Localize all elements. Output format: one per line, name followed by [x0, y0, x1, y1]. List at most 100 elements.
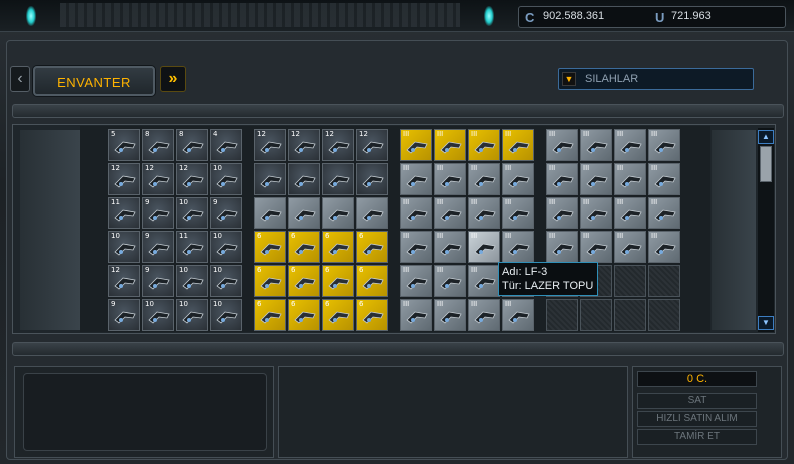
inventory-slot[interactable]: 9 — [142, 231, 174, 263]
inventory-slot[interactable]: 6 — [288, 265, 320, 297]
next-page-button[interactable]: » — [160, 66, 186, 92]
inventory-slot[interactable]: 10 — [210, 163, 242, 195]
inventory-slot[interactable]: 9 — [142, 197, 174, 229]
inventory-slot[interactable]: III — [614, 197, 646, 229]
empty-slot[interactable] — [648, 299, 680, 331]
inventory-slot[interactable]: 9 — [210, 197, 242, 229]
inventory-slot[interactable]: III — [580, 231, 612, 263]
inventory-slot[interactable]: III — [502, 163, 534, 195]
inventory-slot[interactable]: 10 — [176, 265, 208, 297]
inventory-slot[interactable]: III — [400, 163, 432, 195]
inventory-slot[interactable]: 6 — [288, 231, 320, 263]
empty-slot[interactable] — [614, 299, 646, 331]
inventory-slot[interactable]: III — [400, 197, 432, 229]
inventory-slot[interactable]: 6 — [356, 231, 388, 263]
inventory-slot[interactable]: 10 — [210, 299, 242, 331]
repair-button[interactable]: TAMİR ET — [637, 429, 757, 445]
inventory-slot[interactable]: III — [614, 163, 646, 195]
inventory-slot[interactable]: 6 — [356, 299, 388, 331]
inventory-slot[interactable]: 9 — [142, 265, 174, 297]
inventory-slot[interactable]: III — [502, 129, 534, 161]
inventory-slot[interactable]: 6 — [322, 231, 354, 263]
inventory-slot[interactable]: III — [434, 197, 466, 229]
tab-inventory[interactable]: ENVANTER — [33, 66, 155, 96]
inventory-slot[interactable]: 8 — [176, 129, 208, 161]
inventory-slot[interactable] — [356, 197, 388, 229]
inventory-slot[interactable]: III — [434, 265, 466, 297]
inventory-slot[interactable]: III — [502, 299, 534, 331]
inventory-slot[interactable]: III — [502, 197, 534, 229]
scroll-down-button[interactable]: ▼ — [758, 316, 774, 330]
inventory-slot[interactable]: III — [546, 197, 578, 229]
inventory-slot[interactable]: 12 — [108, 265, 140, 297]
inventory-slot[interactable]: III — [648, 129, 680, 161]
quick-buy-button[interactable]: HIZLI SATIN ALIM — [637, 411, 757, 427]
inventory-slot[interactable]: 12 — [142, 163, 174, 195]
inventory-slot[interactable]: 6 — [254, 265, 286, 297]
inventory-slot[interactable]: 10 — [176, 197, 208, 229]
inventory-slot[interactable]: 6 — [254, 231, 286, 263]
inventory-slot[interactable]: III — [468, 197, 500, 229]
inventory-slot[interactable]: 10 — [108, 231, 140, 263]
inventory-slot[interactable]: 6 — [288, 299, 320, 331]
inventory-slot[interactable]: 10 — [142, 299, 174, 331]
inventory-slot[interactable] — [288, 163, 320, 195]
inventory-slot[interactable]: III — [546, 129, 578, 161]
inventory-slot[interactable]: III — [468, 163, 500, 195]
inventory-slot[interactable] — [288, 197, 320, 229]
inventory-slot[interactable]: 8 — [142, 129, 174, 161]
inventory-slot[interactable]: III — [614, 129, 646, 161]
inventory-slot[interactable]: III — [648, 163, 680, 195]
inventory-slot[interactable]: 11 — [176, 231, 208, 263]
inventory-slot[interactable] — [254, 197, 286, 229]
inventory-slot[interactable]: 6 — [254, 299, 286, 331]
inventory-slot[interactable]: III — [580, 197, 612, 229]
inventory-slot[interactable]: III — [434, 299, 466, 331]
inventory-slot[interactable]: III — [546, 163, 578, 195]
inventory-slot[interactable]: III — [468, 299, 500, 331]
inventory-slot[interactable]: 11 — [108, 197, 140, 229]
inventory-slot[interactable]: III — [502, 231, 534, 263]
inventory-slot[interactable]: 4 — [210, 129, 242, 161]
inventory-slot[interactable]: 6 — [356, 265, 388, 297]
inventory-slot[interactable]: III — [468, 129, 500, 161]
scroll-thumb[interactable] — [760, 146, 772, 182]
inventory-slot[interactable] — [254, 163, 286, 195]
inventory-slot[interactable]: 12 — [176, 163, 208, 195]
inventory-slot[interactable]: 12 — [288, 129, 320, 161]
inventory-slot[interactable]: III — [400, 129, 432, 161]
prev-page-button[interactable]: ‹ — [10, 66, 30, 92]
inventory-slot[interactable]: III — [468, 265, 500, 297]
empty-slot[interactable] — [580, 299, 612, 331]
inventory-slot[interactable]: 6 — [322, 265, 354, 297]
inventory-slot[interactable]: III — [614, 231, 646, 263]
inventory-slot[interactable]: 12 — [322, 129, 354, 161]
inventory-slot[interactable]: 10 — [210, 265, 242, 297]
empty-slot[interactable] — [614, 265, 646, 297]
inventory-slot[interactable]: 12 — [356, 129, 388, 161]
scroll-up-button[interactable]: ▲ — [758, 130, 774, 144]
inventory-slot[interactable]: III — [400, 231, 432, 263]
inventory-slot[interactable] — [322, 163, 354, 195]
inventory-slot[interactable]: 12 — [108, 163, 140, 195]
inventory-slot[interactable]: III — [580, 129, 612, 161]
sell-button[interactable]: SAT — [637, 393, 757, 409]
inventory-slot[interactable]: III — [400, 265, 432, 297]
inventory-slot[interactable]: III — [648, 197, 680, 229]
inventory-scrollbar[interactable]: ▲ ▼ — [758, 128, 774, 332]
inventory-slot[interactable]: 10 — [210, 231, 242, 263]
inventory-slot[interactable]: III — [580, 163, 612, 195]
empty-slot[interactable] — [546, 299, 578, 331]
inventory-slot[interactable]: III — [434, 231, 466, 263]
inventory-slot[interactable] — [322, 197, 354, 229]
inventory-slot[interactable]: III — [648, 231, 680, 263]
inventory-slot[interactable]: 5 — [108, 129, 140, 161]
inventory-slot[interactable]: 6 — [322, 299, 354, 331]
inventory-slot[interactable]: 12 — [254, 129, 286, 161]
inventory-slot[interactable]: 10 — [176, 299, 208, 331]
inventory-slot[interactable]: III — [546, 231, 578, 263]
inventory-slot[interactable]: 9 — [108, 299, 140, 331]
inventory-slot[interactable]: III — [400, 299, 432, 331]
inventory-slot[interactable] — [356, 163, 388, 195]
inventory-slot[interactable]: III — [434, 129, 466, 161]
